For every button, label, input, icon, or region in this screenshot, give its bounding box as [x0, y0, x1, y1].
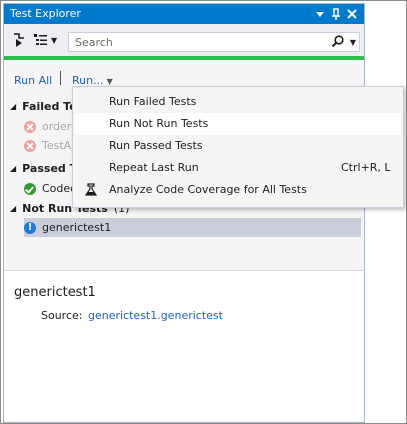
code-coverage-icon	[83, 182, 99, 198]
menu-item-run-passed-tests[interactable]: Run Passed Tests	[75, 135, 401, 157]
source-link[interactable]: generictest1.generictest	[88, 309, 223, 322]
list-item[interactable]: Codec	[24, 179, 76, 198]
search-icon[interactable]	[331, 34, 345, 50]
pin-icon[interactable]	[328, 6, 344, 22]
menu-item-label: Repeat Last Run	[109, 161, 199, 174]
expand-triangle-icon[interactable]: ◢	[10, 204, 16, 213]
not-run-icon	[24, 221, 36, 235]
test-name: generictest1	[42, 221, 112, 234]
list-item[interactable]: ordere	[24, 117, 78, 136]
close-icon[interactable]	[344, 6, 360, 22]
list-item[interactable]: TestA	[24, 136, 71, 155]
menu-item-run-not-run-tests[interactable]: Run Not Run Tests	[75, 113, 401, 135]
group-failed-tests[interactable]: ◢ Failed Te	[10, 100, 77, 113]
run-separator	[60, 71, 61, 85]
menu-item-label: Analyze Code Coverage for All Tests	[109, 183, 307, 196]
run-tests-icon[interactable]	[10, 31, 28, 49]
window-title: Test Explorer	[10, 7, 81, 20]
group-passed-tests[interactable]: ◢ Passed T	[10, 162, 77, 175]
group-by-dropdown-icon[interactable]: ▼	[51, 31, 57, 49]
menu-item-label: Run Not Run Tests	[109, 117, 209, 130]
details-title: generictest1	[14, 285, 96, 300]
failed-icon	[24, 120, 36, 133]
chevron-down-icon: ▼	[106, 77, 113, 86]
group-by-icon[interactable]	[32, 31, 50, 49]
search-box[interactable]: ▼	[68, 32, 360, 52]
search-input[interactable]	[73, 34, 327, 51]
pin-dropdown-icon[interactable]	[312, 6, 328, 22]
source-label: Source:	[41, 309, 83, 322]
run-all-link[interactable]: Run All	[14, 74, 52, 87]
toolbar: ▼ ▼	[4, 24, 364, 56]
group-label: Failed Te	[22, 100, 77, 113]
expand-triangle-icon[interactable]: ◢	[10, 102, 16, 111]
expand-triangle-icon[interactable]: ◢	[10, 164, 16, 173]
menu-item-label: Run Failed Tests	[109, 95, 197, 108]
title-bar[interactable]: Test Explorer	[4, 4, 364, 24]
menu-item-repeat-last-run[interactable]: Repeat Last Run Ctrl+R, L	[75, 157, 401, 179]
menu-item-analyze-code-coverage[interactable]: Analyze Code Coverage for All Tests	[75, 179, 401, 201]
group-label: Passed T	[22, 162, 78, 175]
passed-icon	[24, 182, 36, 195]
menu-item-label: Run Passed Tests	[109, 139, 203, 152]
test-explorer-panel: Test Explorer ▼ Search ▼ Run All Run... …	[3, 3, 365, 423]
list-item-selected[interactable]: generictest1	[24, 218, 111, 237]
menu-item-run-failed-tests[interactable]: Run Failed Tests	[75, 91, 401, 113]
details-pane: generictest1 Source: generictest1.generi…	[4, 271, 364, 421]
run-dropdown-menu: Run Failed Tests Run Not Run Tests Run P…	[72, 86, 404, 208]
menu-item-shortcut: Ctrl+R, L	[341, 161, 391, 174]
search-options-dropdown-icon[interactable]: ▼	[350, 38, 356, 47]
test-name: TestA	[42, 139, 72, 152]
failed-icon	[24, 139, 36, 152]
